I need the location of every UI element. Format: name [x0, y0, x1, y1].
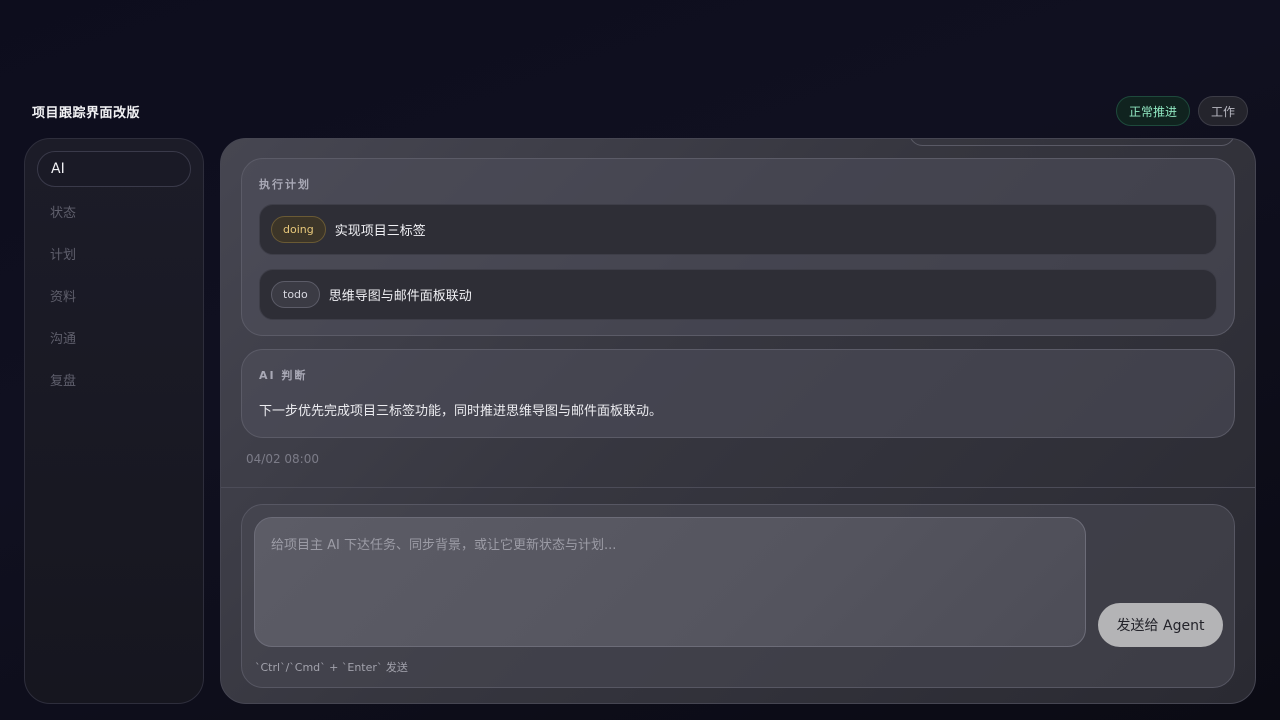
- message-input[interactable]: [254, 517, 1086, 647]
- plan-item-text: 实现项目三标签: [334, 224, 426, 239]
- sidebar-item-plan[interactable]: 计划: [37, 235, 191, 271]
- message-timestamp: 04/02 08:00: [246, 452, 319, 466]
- plan-status-tag: doing: [271, 216, 326, 243]
- page-title: 项目跟踪界面改版: [32, 106, 141, 121]
- previous-message-bubble: [909, 139, 1235, 146]
- sidebar-item-status[interactable]: 状态: [37, 193, 191, 229]
- sidebar-item-review[interactable]: 复盘: [37, 361, 191, 397]
- sidebar-nav: AI 状态 计划 资料 沟通 复盘: [24, 138, 204, 704]
- ai-judgement-card: AI 判断 下一步优先完成项目三标签功能，同时推进思维导图与邮件面板联动。: [241, 349, 1235, 438]
- divider: [221, 487, 1255, 488]
- execution-plan-card: 执行计划 doing 实现项目三标签 todo 思维导图与邮件面板联动: [241, 158, 1235, 336]
- ai-judgement-text: 下一步优先完成项目三标签功能，同时推进思维导图与邮件面板联动。: [259, 404, 663, 419]
- category-badge[interactable]: 工作: [1198, 96, 1248, 126]
- status-badge: 正常推进: [1116, 96, 1190, 126]
- plan-item[interactable]: doing 实现项目三标签: [259, 204, 1217, 255]
- plan-item[interactable]: todo 思维导图与邮件面板联动: [259, 269, 1217, 320]
- send-to-agent-button[interactable]: 发送给 Agent: [1098, 603, 1223, 647]
- sidebar-item-ai[interactable]: AI: [37, 151, 191, 187]
- chat-panel: 执行计划 doing 实现项目三标签 todo 思维导图与邮件面板联动 AI 判…: [220, 138, 1256, 704]
- sidebar-item-resources[interactable]: 资料: [37, 277, 191, 313]
- sidebar-item-communication[interactable]: 沟通: [37, 319, 191, 355]
- composer: 发送给 Agent `Ctrl`/`Cmd` + `Enter` 发送: [241, 504, 1235, 688]
- plan-card-heading: 执行计划: [259, 178, 311, 191]
- ai-card-heading: AI 判断: [259, 369, 308, 382]
- plan-status-tag: todo: [271, 281, 320, 308]
- plan-item-text: 思维导图与邮件面板联动: [328, 289, 472, 304]
- shortcut-hint: `Ctrl`/`Cmd` + `Enter` 发送: [255, 661, 408, 674]
